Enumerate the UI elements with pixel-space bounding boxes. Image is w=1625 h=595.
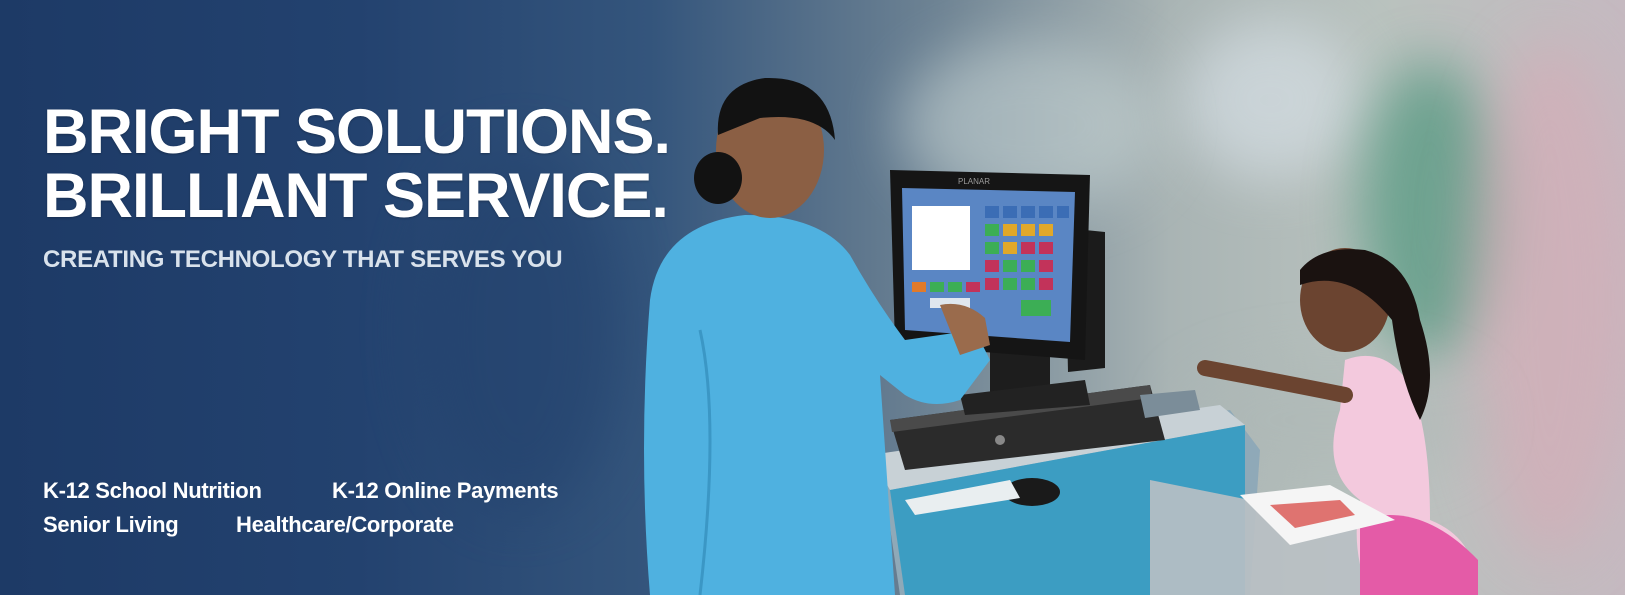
headline: BRIGHT SOLUTIONS. BRILLIANT SERVICE. — [43, 97, 671, 231]
link-k12-online-payments[interactable]: K-12 Online Payments — [332, 478, 559, 504]
photo-scene: PLANAR — [644, 77, 1478, 595]
hero-banner: PLANAR BRIGHT SOLUTIONS. BRILLIANT SERVI… — [0, 0, 1625, 595]
hair-bun — [694, 152, 742, 204]
link-senior-living[interactable]: Senior Living — [43, 512, 179, 538]
link-k12-school-nutrition[interactable]: K-12 School Nutrition — [43, 478, 262, 504]
link-healthcare-corporate[interactable]: Healthcare/Corporate — [236, 512, 454, 538]
headline-line-1: BRIGHT SOLUTIONS. — [43, 97, 671, 167]
subheadline: CREATING TECHNOLOGY THAT SERVES YOU — [43, 246, 563, 273]
headline-line-2: BRILLIANT SERVICE. — [43, 161, 669, 231]
monitor-brand: PLANAR — [958, 177, 990, 186]
